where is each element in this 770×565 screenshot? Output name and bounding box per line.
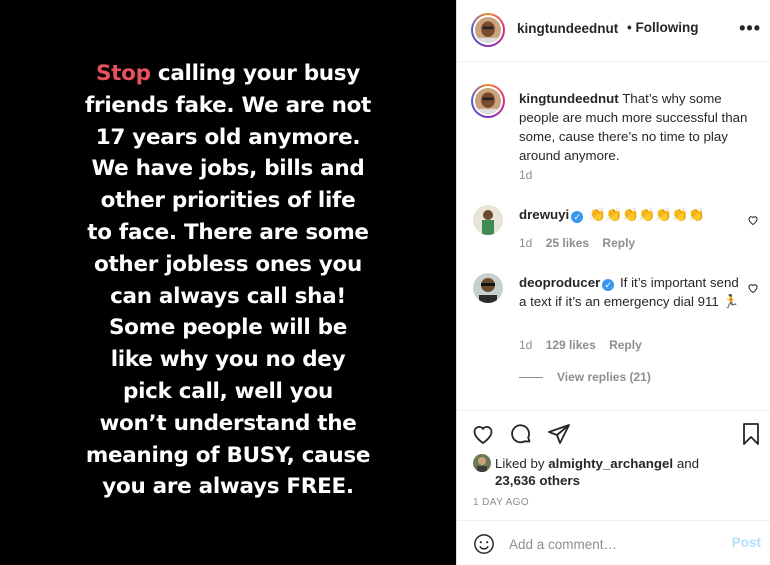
comment-like-heart-icon[interactable] — [747, 214, 759, 226]
image-line: pick call, well you — [123, 378, 333, 404]
image-line: Some people will be — [108, 315, 348, 341]
emoji-picker-icon[interactable] — [473, 533, 495, 555]
comment-like-heart-icon[interactable] — [747, 282, 759, 294]
verified-badge-icon: ✓ — [571, 211, 584, 223]
commenter-avatar-icon — [473, 273, 503, 303]
liker-avatar-icon — [473, 454, 491, 472]
comment-username[interactable]: drewuyi — [519, 207, 569, 222]
image-line: like why you no dey — [110, 347, 346, 373]
author-avatar-icon — [475, 17, 501, 43]
reply-button[interactable]: Reply — [609, 338, 642, 352]
comment-username[interactable]: deoproducer — [519, 275, 600, 290]
image-line: you are always FREE. — [102, 474, 354, 500]
replies-divider — [519, 377, 543, 379]
verified-badge-icon: ✓ — [602, 279, 615, 291]
image-line: 17 years old anymore. — [95, 124, 361, 150]
image-highlight-word: Stop — [95, 61, 151, 86]
caption-avatar-icon — [475, 88, 501, 114]
image-line: meaning of BUSY, cause — [85, 442, 371, 468]
comment-meta: 1d 129 likes Reply — [519, 338, 652, 352]
save-bookmark-icon[interactable] — [739, 422, 763, 446]
image-line: Stop calling your busy — [95, 61, 361, 86]
more-options-icon[interactable]: ••• — [739, 18, 761, 39]
post-image: Stop calling your busy friends fake. We … — [0, 0, 456, 565]
likes-count[interactable]: 23,636 others — [495, 473, 580, 488]
image-line: friends fake. We are not — [84, 92, 372, 118]
post-header: kingtundeednut • Following ••• — [457, 0, 770, 62]
post-date[interactable]: 1 DAY AGO — [473, 497, 529, 508]
liked-by-and: and — [676, 456, 700, 471]
image-line: can always call sha! — [110, 283, 346, 309]
liked-by-line: Liked by almighty_archangel and — [473, 454, 699, 473]
liked-by-prefix: Liked by — [495, 456, 545, 471]
author-username[interactable]: kingtundeednut — [517, 21, 618, 36]
comment-text: drewuyi ✓ 👏👏👏👏👏👏👏 — [519, 205, 741, 224]
comment-text: deoproducer ✓ If it’s important send a te… — [519, 273, 741, 311]
comment-time[interactable]: 1d — [519, 338, 532, 352]
post-comment-button[interactable]: Post — [732, 535, 761, 550]
liker-avatar[interactable] — [473, 454, 491, 472]
image-line: to face. There are some — [87, 219, 369, 245]
comment-time[interactable]: 1d — [519, 236, 532, 250]
add-comment-input[interactable] — [509, 533, 709, 555]
post-side-panel: kingtundeednut • Following ••• kingtunde… — [456, 0, 770, 565]
image-line: other jobless ones you — [93, 251, 363, 277]
liked-by-user[interactable]: almighty_archangel — [548, 456, 673, 471]
comment-likes[interactable]: 25 likes — [546, 236, 589, 250]
post-image-text: Stop calling your busy friends fake. We … — [0, 58, 456, 503]
following-button[interactable]: • Following — [627, 20, 698, 35]
image-line: We have jobs, bills and — [91, 156, 365, 182]
commenter-avatar[interactable] — [473, 273, 503, 303]
commenter-avatar-icon — [473, 205, 503, 235]
add-comment-bar: Post — [457, 520, 770, 565]
caption-avatar[interactable] — [471, 84, 505, 118]
share-paper-plane-icon[interactable] — [547, 422, 571, 446]
caption-text: kingtundeednut That’s why some people ar… — [519, 89, 764, 165]
comment-bubble-icon[interactable] — [509, 422, 533, 446]
author-avatar[interactable] — [471, 13, 505, 47]
image-line: other priorities of life — [100, 188, 356, 214]
caption-timestamp[interactable]: 1d — [519, 168, 532, 182]
comment-likes[interactable]: 129 likes — [546, 338, 596, 352]
comment-meta: 1d 25 likes Reply — [519, 236, 645, 250]
view-replies-button[interactable]: View replies (21) — [519, 370, 651, 384]
like-heart-icon[interactable] — [471, 422, 495, 446]
caption-username[interactable]: kingtundeednut — [519, 91, 619, 106]
commenter-avatar[interactable] — [473, 205, 503, 235]
reply-button[interactable]: Reply — [602, 236, 635, 250]
post-actions: Liked by almighty_archangel and 23,636 o… — [457, 410, 770, 520]
image-line: won’t understand the — [99, 410, 357, 436]
comment-body: 👏👏👏👏👏👏👏 — [588, 207, 705, 222]
